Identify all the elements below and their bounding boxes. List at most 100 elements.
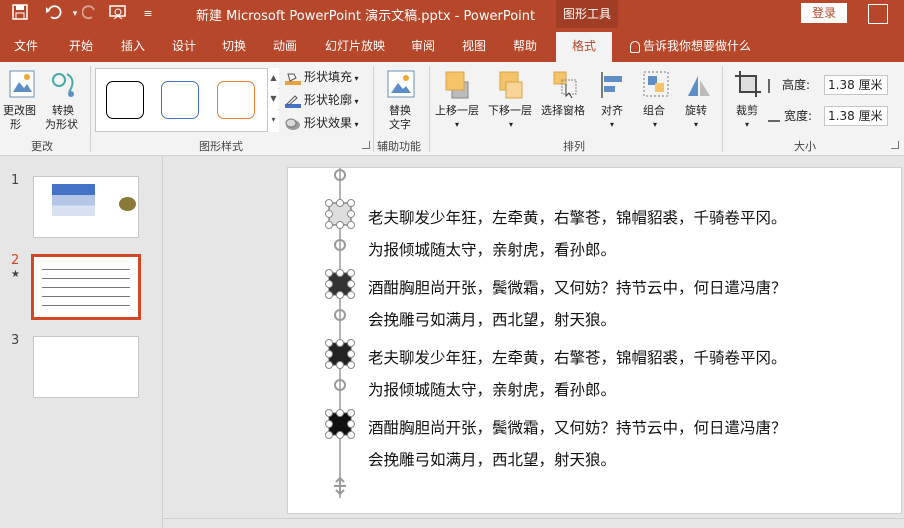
align-icon[interactable] bbox=[599, 70, 627, 103]
poem-line-3[interactable]: 酒酣胸胆尚开张，鬓微霜，又何妨？持节云中，何日遣冯唐？ bbox=[368, 276, 787, 298]
resize-handle-icon[interactable] bbox=[325, 280, 333, 288]
resize-handle-icon[interactable] bbox=[325, 199, 333, 207]
height-input[interactable]: 1.38 厘米 bbox=[824, 75, 888, 95]
resize-handle-icon[interactable] bbox=[347, 269, 355, 277]
align-label[interactable]: 对齐 bbox=[601, 104, 623, 118]
gallery-scroll-down-icon[interactable]: ▼ bbox=[267, 89, 279, 109]
slide-canvas[interactable]: 老夫聊发少年狂，左牵黄，右擎苍，锦帽貂裘，千骑卷平冈。 为报倾城随太守，亲射虎，… bbox=[287, 167, 902, 514]
resize-handle-icon[interactable] bbox=[347, 221, 355, 229]
poem-line-2[interactable]: 为报倾城随太守，亲射虎，看孙郎。 bbox=[368, 238, 616, 260]
resize-handle-icon[interactable] bbox=[325, 221, 333, 229]
rotate-dropdown-icon[interactable]: ▾ bbox=[694, 118, 698, 132]
tab-home[interactable]: 开始 bbox=[69, 37, 93, 54]
send-backward-label[interactable]: 下移一层 bbox=[488, 104, 532, 118]
resize-handle-icon[interactable] bbox=[347, 210, 355, 218]
selection-pane-icon[interactable] bbox=[552, 70, 580, 103]
tab-review[interactable]: 审阅 bbox=[411, 37, 435, 54]
poem-line-5[interactable]: 老夫聊发少年狂，左牵黄，右擎苍，锦帽貂裘，千骑卷平冈。 bbox=[368, 346, 787, 368]
save-icon[interactable] bbox=[10, 4, 30, 24]
send-backward-icon[interactable] bbox=[498, 70, 526, 103]
poem-line-4[interactable]: 会挽雕弓如满月，西北望，射天狼。 bbox=[368, 308, 616, 330]
present-icon[interactable] bbox=[108, 4, 128, 24]
style-swatch-black[interactable] bbox=[106, 81, 144, 119]
bring-forward-dropdown-icon[interactable]: ▾ bbox=[455, 118, 459, 132]
resize-handle-icon[interactable] bbox=[336, 339, 344, 347]
change-shape-icon[interactable] bbox=[9, 70, 37, 103]
alt-text-label[interactable]: 替换 bbox=[389, 104, 411, 118]
resize-handle-icon[interactable] bbox=[336, 361, 344, 369]
resize-handle-icon[interactable] bbox=[347, 280, 355, 288]
rotate-label[interactable]: 旋转 bbox=[685, 104, 707, 118]
resize-handle-icon[interactable] bbox=[347, 350, 355, 358]
resize-handle-icon[interactable] bbox=[336, 431, 344, 439]
crop-label[interactable]: 裁剪 bbox=[736, 104, 758, 118]
change-shape-label[interactable]: 更改图 bbox=[3, 104, 36, 118]
tab-design[interactable]: 设计 bbox=[172, 37, 196, 54]
resize-handle-icon[interactable] bbox=[347, 431, 355, 439]
tab-transitions[interactable]: 切换 bbox=[222, 37, 246, 54]
customize-icon[interactable]: ≡ bbox=[138, 4, 158, 24]
tab-file[interactable]: 文件 bbox=[14, 37, 38, 54]
resize-handle-icon[interactable] bbox=[325, 431, 333, 439]
size-dialog-launcher-icon[interactable] bbox=[891, 141, 899, 149]
move-handle-icon[interactable] bbox=[334, 476, 346, 496]
resize-handle-icon[interactable] bbox=[347, 339, 355, 347]
resize-handle-icon[interactable] bbox=[325, 269, 333, 277]
poem-line-7[interactable]: 酒酣胸胆尚开张，鬓微霜，又何妨？持节云中，何日遣冯唐？ bbox=[368, 416, 787, 438]
gallery-scroll-up-icon[interactable]: ▲ bbox=[267, 68, 279, 88]
shape-fill-button[interactable]: 形状填充 ▾ bbox=[285, 68, 359, 88]
slide-thumbnail-3[interactable] bbox=[33, 336, 139, 398]
resize-handle-icon[interactable] bbox=[325, 350, 333, 358]
style-swatch-orange[interactable] bbox=[217, 81, 255, 119]
alt-text-icon[interactable] bbox=[387, 70, 415, 103]
crop-dropdown-icon[interactable]: ▾ bbox=[745, 118, 749, 132]
poem-line-6[interactable]: 为报倾城随太守，亲射虎，看孙郎。 bbox=[368, 378, 616, 400]
resize-handle-icon[interactable] bbox=[325, 420, 333, 428]
shape-effects-button[interactable]: 形状效果 ▾ bbox=[285, 114, 359, 134]
group-dropdown-icon[interactable]: ▾ bbox=[653, 118, 657, 132]
undo-icon[interactable] bbox=[44, 4, 64, 24]
poem-line-1[interactable]: 老夫聊发少年狂，左牵黄，右擎苍，锦帽貂裘，千骑卷平冈。 bbox=[368, 206, 787, 228]
resize-handle-icon[interactable] bbox=[336, 221, 344, 229]
rotate-icon[interactable] bbox=[684, 70, 712, 103]
send-backward-dropdown-icon[interactable]: ▾ bbox=[509, 118, 513, 132]
resize-handle-icon[interactable] bbox=[325, 210, 333, 218]
width-input[interactable]: 1.38 厘米 bbox=[824, 106, 888, 126]
slide-thumbnail-1[interactable] bbox=[33, 176, 139, 238]
tab-slideshow[interactable]: 幻灯片放映 bbox=[325, 37, 385, 54]
tab-insert[interactable]: 插入 bbox=[121, 37, 145, 54]
bring-forward-label[interactable]: 上移一层 bbox=[435, 104, 479, 118]
resize-handle-icon[interactable] bbox=[336, 269, 344, 277]
convert-label[interactable]: 转换 bbox=[52, 104, 74, 118]
slide-thumbnail-2[interactable] bbox=[31, 254, 141, 320]
resize-handle-icon[interactable] bbox=[336, 409, 344, 417]
resize-handle-icon[interactable] bbox=[325, 291, 333, 299]
poem-line-8[interactable]: 会挽雕弓如满月，西北望，射天狼。 bbox=[368, 448, 616, 470]
resize-handle-icon[interactable] bbox=[347, 199, 355, 207]
bring-forward-icon[interactable] bbox=[444, 70, 472, 103]
convert-label-2[interactable]: 为形状 bbox=[45, 118, 78, 132]
tab-view[interactable]: 视图 bbox=[462, 37, 486, 54]
tell-me-search[interactable]: 告诉我你想要做什么 bbox=[630, 37, 751, 54]
group-icon[interactable] bbox=[642, 70, 670, 103]
resize-handle-icon[interactable] bbox=[325, 361, 333, 369]
style-swatch-blue[interactable] bbox=[161, 81, 199, 119]
selection-pane-label[interactable]: 选择窗格 bbox=[541, 104, 585, 118]
resize-handle-icon[interactable] bbox=[347, 291, 355, 299]
convert-to-shape-icon[interactable] bbox=[51, 70, 79, 103]
resize-handle-icon[interactable] bbox=[347, 409, 355, 417]
align-dropdown-icon[interactable]: ▾ bbox=[610, 118, 614, 132]
login-button[interactable]: 登录 bbox=[801, 3, 847, 23]
gallery-more-icon[interactable]: ▾ bbox=[267, 110, 279, 132]
crop-icon[interactable] bbox=[734, 70, 762, 103]
shape-outline-button[interactable]: 形状轮廓 ▾ bbox=[285, 91, 359, 111]
resize-handle-icon[interactable] bbox=[336, 199, 344, 207]
tab-animations[interactable]: 动画 bbox=[273, 37, 297, 54]
group-label[interactable]: 组合 bbox=[643, 104, 665, 118]
alt-text-label-2[interactable]: 文字 bbox=[389, 118, 411, 132]
resize-handle-icon[interactable] bbox=[347, 420, 355, 428]
selected-shapes-handles[interactable] bbox=[320, 168, 360, 515]
resize-handle-icon[interactable] bbox=[325, 409, 333, 417]
tab-format[interactable]: 格式 bbox=[556, 32, 612, 62]
styles-dialog-launcher-icon[interactable] bbox=[362, 141, 370, 149]
